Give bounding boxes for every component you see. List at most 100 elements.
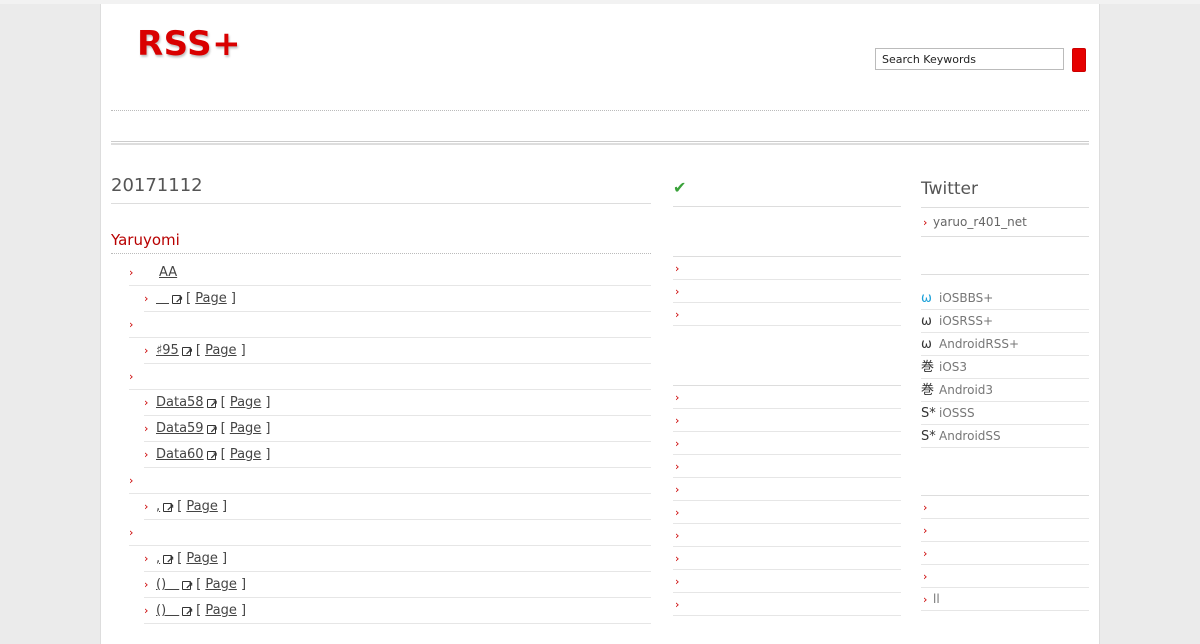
middle-link-row[interactable]: ›	[673, 432, 901, 455]
chevron-right-icon: ›	[144, 578, 149, 591]
middle-link-row[interactable]: ›	[673, 570, 901, 593]
entry-link[interactable]: ,	[156, 551, 160, 566]
middle-link-row[interactable]: ›	[673, 478, 901, 501]
omega-icon: ω	[921, 314, 932, 329]
app-link[interactable]: S* iOSSS	[921, 402, 1089, 425]
middle-link-row[interactable]: ›	[673, 455, 901, 478]
section-heading[interactable]: Yaruyomi	[111, 230, 651, 254]
external-link-icon[interactable]	[182, 574, 194, 600]
bracket-close: ]	[261, 447, 271, 462]
bracket-open: [	[196, 577, 206, 592]
site-logo[interactable]: RSS+	[137, 24, 241, 64]
entry-row: › ♯95 [ Page ]	[144, 338, 651, 366]
right-column: Twitter › yaruo_r401_net ω iOSBBS+ ω iOSRSS…	[921, 174, 1089, 611]
right-link-label: ll	[933, 592, 940, 606]
middle-link-row[interactable]: ›	[673, 501, 901, 524]
search-button[interactable]	[1072, 48, 1086, 72]
app-label: Android3	[939, 383, 994, 397]
bracket-close: ]	[261, 395, 271, 410]
middle-block	[673, 207, 901, 257]
external-link-icon[interactable]	[181, 340, 193, 366]
entry-link[interactable]: ♯95	[156, 343, 179, 358]
page-link[interactable]: Page	[230, 395, 261, 410]
bracket-close: ]	[217, 551, 228, 566]
category-row[interactable]: › AA	[129, 260, 651, 286]
external-link-icon[interactable]	[206, 418, 218, 444]
right-link-row[interactable]: › ll	[921, 588, 1089, 611]
chevron-right-icon: ›	[129, 318, 134, 331]
chevron-right-icon: ›	[923, 593, 928, 606]
right-link-row[interactable]: ›	[921, 519, 1089, 542]
category-row[interactable]: ›	[129, 468, 651, 494]
middle-link-row[interactable]: ›	[673, 524, 901, 547]
bracket-open: [	[195, 343, 206, 358]
page-link[interactable]: Page	[205, 603, 236, 618]
category-label[interactable]: AA	[159, 265, 177, 280]
entry-link[interactable]: Data60	[156, 447, 204, 462]
page-link[interactable]: Page	[205, 577, 236, 592]
chevron-right-icon: ›	[923, 524, 928, 537]
middle-link-group: › › › › › › › › › ›	[673, 386, 901, 616]
middle-link-row[interactable]: ›	[673, 257, 901, 280]
external-link-icon[interactable]	[172, 288, 183, 314]
page-link[interactable]: Page	[230, 421, 261, 436]
app-label: iOSSS	[939, 406, 975, 420]
entry-link[interactable]: ()＿	[156, 577, 179, 592]
entry-link[interactable]: ,	[156, 499, 160, 514]
right-link-row[interactable]: ›	[921, 565, 1089, 588]
app-link[interactable]: 巻 Android3	[921, 379, 1089, 402]
middle-link-row[interactable]: ›	[673, 280, 901, 303]
chevron-right-icon: ›	[144, 552, 149, 565]
external-link-icon[interactable]	[206, 392, 218, 418]
chevron-right-icon: ›	[144, 500, 149, 513]
external-link-icon[interactable]	[163, 496, 175, 522]
bracket-open: [	[177, 551, 187, 566]
app-link[interactable]: ω AndroidRSS+	[921, 333, 1089, 356]
right-link-row[interactable]: ›	[921, 542, 1089, 565]
search-input[interactable]	[875, 48, 1064, 70]
page-link[interactable]: Page	[195, 291, 226, 306]
omega-icon: ω	[921, 291, 932, 306]
page-link[interactable]: Page	[230, 447, 261, 462]
external-link-icon[interactable]	[163, 548, 175, 574]
twitter-heading: Twitter	[921, 174, 1089, 208]
page-link[interactable]: Page	[186, 551, 217, 566]
category-row[interactable]: ›	[129, 364, 651, 390]
category-row[interactable]: ›	[129, 312, 651, 338]
chevron-right-icon: ›	[923, 216, 928, 229]
right-spacer	[921, 448, 1089, 496]
chevron-right-icon: ›	[923, 570, 928, 583]
chevron-right-icon: ›	[129, 370, 134, 383]
app-link[interactable]: ω iOSBBS+	[921, 287, 1089, 310]
chevron-right-icon: ›	[923, 501, 928, 514]
middle-link-row[interactable]: ›	[673, 303, 901, 326]
middle-column: ✔ › › › › › › › › › › › › ›	[673, 174, 901, 616]
entry-link[interactable]: Data59	[156, 421, 204, 436]
page-link[interactable]: Page	[186, 499, 217, 514]
chevron-right-icon: ›	[675, 506, 680, 519]
category-row[interactable]: ›	[129, 520, 651, 546]
entry-row: ›, [ Page ]	[144, 494, 651, 522]
header-divider	[111, 110, 1089, 111]
app-link[interactable]: 巻 iOS3	[921, 356, 1089, 379]
entry-link[interactable]: Data58	[156, 395, 204, 410]
right-link-row[interactable]: ›	[921, 496, 1089, 519]
twitter-handle-link[interactable]: › yaruo_r401_net	[921, 208, 1089, 237]
middle-link-row[interactable]: ›	[673, 547, 901, 570]
middle-link-row[interactable]: ›	[673, 386, 901, 409]
page-link[interactable]: Page	[205, 343, 236, 358]
app-link[interactable]: ω iOSRSS+	[921, 310, 1089, 333]
external-link-icon[interactable]	[206, 444, 218, 470]
app-link[interactable]: S* AndroidSS	[921, 425, 1089, 448]
bracket-close: ]	[236, 577, 247, 592]
entry-row: › Data60 [ Page ]	[144, 442, 651, 470]
entry-link[interactable]: ＿	[156, 291, 169, 306]
middle-link-row[interactable]: ›	[673, 409, 901, 432]
entry-link[interactable]: ()＿	[156, 603, 179, 618]
external-link-icon[interactable]	[182, 600, 194, 626]
bracket-open: [	[196, 603, 206, 618]
entry-row: › ()＿ [ Page ]	[144, 572, 651, 600]
middle-link-row[interactable]: ›	[673, 593, 901, 616]
bracket-open: [	[220, 395, 230, 410]
app-list: ω iOSBBS+ ω iOSRSS+ ω AndroidRSS+ 巻 iOS3 巻 Androi…	[921, 287, 1089, 448]
